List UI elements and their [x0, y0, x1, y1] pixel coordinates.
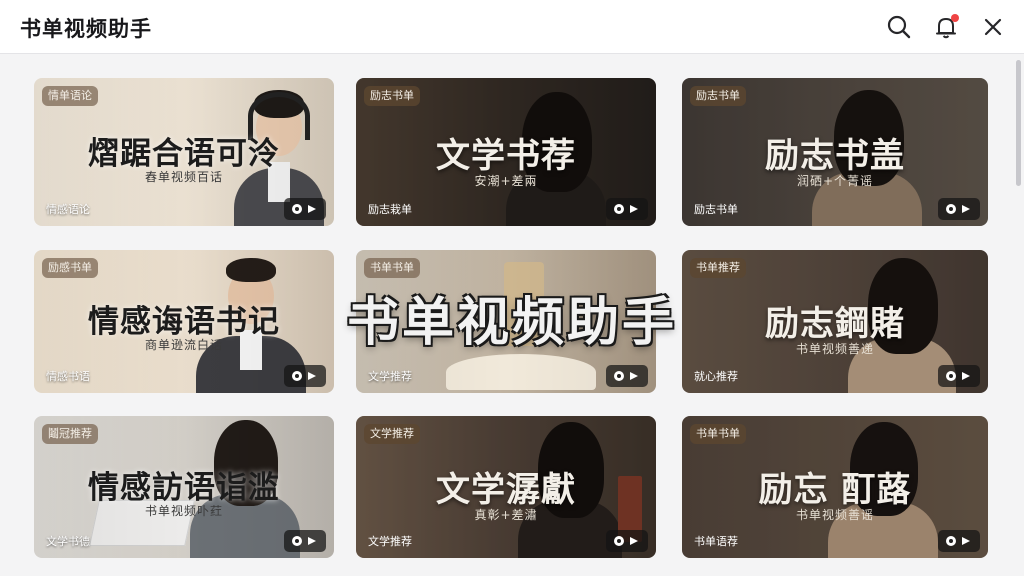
video-card[interactable]: 书单推荐 励志鋼賭 书单视频善递 就心推荐	[682, 250, 988, 393]
play-button[interactable]	[938, 365, 980, 387]
play-button[interactable]	[606, 365, 648, 387]
card-bottom-label: 励志栽单	[368, 203, 412, 216]
play-icon	[946, 204, 956, 214]
card-tag: 励感书单	[42, 258, 98, 278]
card-bottom-label: 情感语论	[46, 203, 90, 216]
video-card[interactable]: 励志书单 文学书荐 安潮+差兩 励志栽单	[356, 78, 656, 226]
close-icon[interactable]	[980, 14, 1006, 40]
video-card[interactable]: 情单语论 熠踞合语可泠 舂单视频百话 情感语论	[34, 78, 334, 226]
card-subtitle: 真彰+差潚	[474, 508, 538, 522]
card-tag: 书单书单	[364, 258, 420, 278]
card-subtitle: 书单视频卟荭	[144, 504, 223, 518]
app-title: 书单视频助手	[20, 17, 152, 41]
play-icon	[614, 536, 624, 546]
card-title: 文学潺獻	[436, 470, 576, 510]
card-tag: 文学推荐	[364, 424, 420, 444]
card-title: 励志鋼賭	[765, 304, 905, 344]
play-icon	[292, 536, 302, 546]
card-bottom-label: 情感书语	[46, 370, 90, 383]
card-tag: 鬮冠推荐	[42, 424, 98, 444]
card-title: 励忘 酊蕗	[758, 470, 912, 510]
card-tag: 书单书单	[690, 424, 746, 444]
video-card[interactable]: 励志书单 励志书盖 润硒+个菁谣 励志书单	[682, 78, 988, 226]
video-card[interactable]: 书单书单 励忘 酊蕗 书单视频善谣 书单语荐	[682, 416, 988, 558]
card-tag: 励志书单	[364, 86, 420, 106]
video-card[interactable]: 鬮冠推荐 情感訪语诣滥 书单视频卟荭 文学书德	[34, 416, 334, 558]
play-icon	[614, 204, 624, 214]
play-icon	[292, 204, 302, 214]
card-subtitle: 安潮+差兩	[474, 174, 538, 188]
card-subtitle: 润硒+个菁谣	[796, 174, 874, 188]
card-tag: 情单语论	[42, 86, 98, 106]
notification-dot	[951, 14, 959, 22]
video-card[interactable]: 书单书单 文学推荐	[356, 250, 656, 393]
play-button[interactable]	[284, 198, 326, 220]
play-button[interactable]	[284, 365, 326, 387]
play-button[interactable]	[606, 530, 648, 552]
card-bottom-label: 文学推荐	[368, 370, 412, 383]
vertical-scrollbar[interactable]	[1015, 60, 1022, 566]
play-icon	[946, 536, 956, 546]
card-subtitle: 书单视频善谣	[795, 508, 874, 522]
card-title: 文学书荐	[436, 136, 576, 176]
card-bottom-label: 文学推荐	[368, 535, 412, 548]
play-icon	[292, 371, 302, 381]
scrollbar-thumb[interactable]	[1016, 60, 1021, 186]
card-title: 情感訪语诣滥	[88, 470, 280, 506]
card-tag: 励志书单	[690, 86, 746, 106]
card-subtitle: 舂单视频百话	[144, 170, 223, 184]
play-button[interactable]	[606, 198, 648, 220]
card-title: 励志书盖	[765, 136, 905, 176]
video-grid: 情单语论 熠踞合语可泠 舂单视频百话 情感语论 励志书单 文学书荐 安潮+差兩 …	[0, 55, 1024, 576]
card-subtitle: 商单逊流白话	[144, 338, 223, 352]
search-icon[interactable]	[886, 14, 912, 40]
video-card[interactable]: 文学推荐 文学潺獻 真彰+差潚 文学推荐	[356, 416, 656, 558]
card-title: 情感诲语书记	[88, 304, 280, 340]
play-button[interactable]	[284, 530, 326, 552]
play-button[interactable]	[938, 530, 980, 552]
card-tag: 书单推荐	[690, 258, 746, 278]
card-bottom-label: 书单语荐	[694, 535, 738, 548]
card-bottom-label: 励志书单	[694, 203, 738, 216]
bell-icon[interactable]	[933, 14, 959, 40]
play-icon	[614, 371, 624, 381]
card-bottom-label: 文学书德	[46, 535, 90, 548]
title-bar: 书单视频助手	[0, 0, 1024, 54]
card-title: 熠踞合语可泠	[88, 136, 280, 172]
video-card[interactable]: 励感书单 情感诲语书记 商单逊流白话 情感书语	[34, 250, 334, 393]
play-button[interactable]	[938, 198, 980, 220]
play-icon	[946, 371, 956, 381]
card-subtitle: 书单视频善递	[795, 342, 874, 356]
card-bottom-label: 就心推荐	[694, 370, 738, 383]
